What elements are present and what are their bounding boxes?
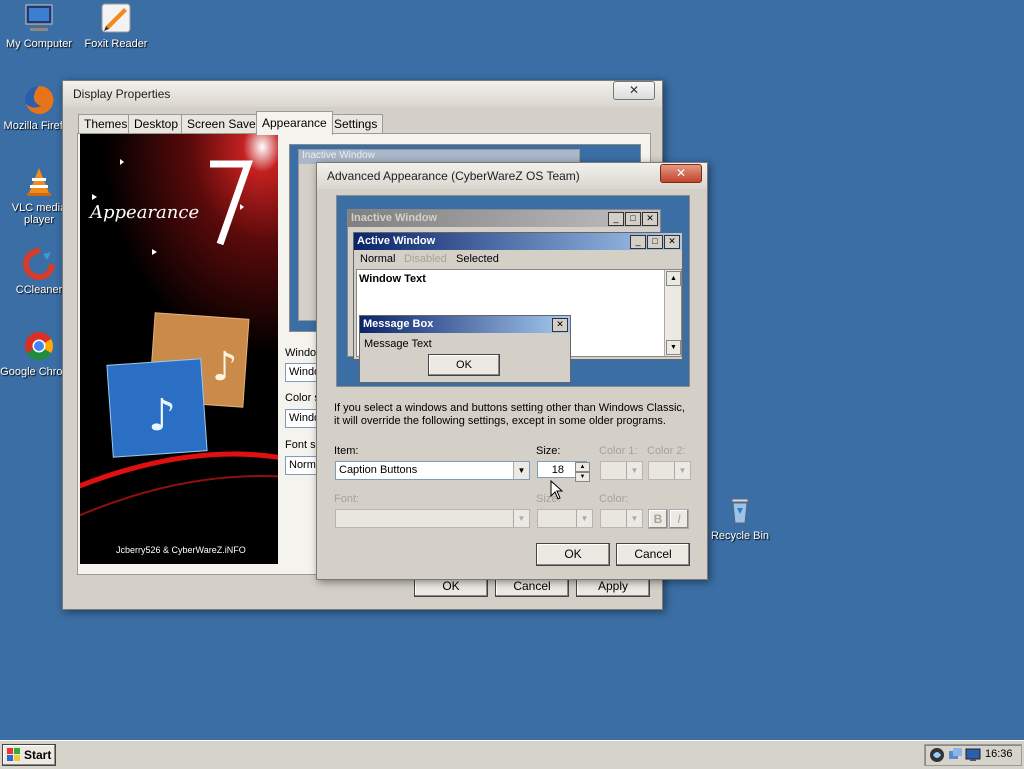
ccleaner-icon: [23, 248, 55, 280]
spin-up-icon[interactable]: ▲: [575, 462, 590, 472]
color1-picker[interactable]: ▼: [600, 461, 643, 480]
close-icon: ✕: [552, 318, 568, 332]
banner-title: Appearance: [90, 202, 200, 223]
active-title: Active Window: [357, 235, 436, 247]
info-text-line2: it will override the following settings,…: [334, 415, 666, 427]
tab-desktop[interactable]: Desktop: [128, 114, 185, 134]
banner-artwork: ♪ ♪: [80, 134, 278, 517]
active-titlebar: Active Window _ □ ✕: [354, 233, 682, 250]
item-dropdown-value: Caption Buttons: [339, 464, 418, 476]
desktop-icon-foxit-reader[interactable]: Foxit Reader: [75, 2, 157, 50]
start-button[interactable]: Start: [2, 744, 56, 766]
desktop-icon-label: Recycle Bin: [710, 530, 770, 542]
maximize-icon: □: [647, 235, 663, 249]
mouse-cursor-icon: [550, 480, 564, 500]
message-box-titlebar: Message Box ✕: [360, 316, 570, 333]
desktop-icon-label: My Computer: [5, 38, 73, 50]
chevron-down-icon: ▼: [626, 462, 642, 479]
minimize-icon: _: [608, 212, 624, 226]
close-button[interactable]: ✕: [660, 164, 702, 183]
font-color-label: Color:: [599, 493, 629, 505]
inactive-title: Inactive Window: [351, 212, 438, 224]
size-label: Size:: [536, 445, 561, 457]
message-box-ok-button: OK: [428, 354, 500, 376]
start-label: Start: [24, 748, 52, 762]
preview-window-text: Window Text: [359, 273, 426, 285]
taskbar: Start 16:36: [0, 740, 1024, 769]
chevron-down-icon: ▼: [513, 510, 529, 527]
network-tray-icon[interactable]: [947, 747, 963, 763]
close-icon: ✕: [642, 212, 658, 226]
close-button[interactable]: ✕: [613, 81, 655, 100]
font-color-picker[interactable]: ▼: [600, 509, 643, 528]
item-dropdown[interactable]: Caption Buttons ▼: [335, 461, 530, 480]
tab-settings[interactable]: Settings: [328, 114, 384, 134]
preview-message-box: Message Box ✕ Message Text OK: [359, 315, 571, 383]
desktop-icon-label: Foxit Reader: [84, 38, 148, 50]
clock[interactable]: 16:36: [985, 748, 1013, 760]
size-value: 18: [551, 464, 564, 476]
banner-credit: Jcberry526 & CyberWareZ.iNFO: [116, 545, 246, 555]
font-dropdown[interactable]: ▼: [335, 509, 530, 528]
font-size-dropdown[interactable]: ▼: [537, 509, 593, 528]
appearance-banner: ♪ ♪ Appearance Jcberry526 & CyberWareZ.i…: [80, 134, 278, 564]
tab-themes[interactable]: Themes: [78, 114, 134, 134]
close-icon: ✕: [664, 235, 680, 249]
svg-text:♪: ♪: [148, 390, 176, 441]
svg-text:♪: ♪: [212, 344, 238, 390]
message-box-title: Message Box: [363, 318, 434, 330]
preview-menu-normal: Normal: [360, 253, 396, 265]
window-title: Display Properties: [73, 87, 171, 101]
spin-down-icon[interactable]: ▼: [575, 472, 590, 482]
info-text-line1: If you select a windows and buttons sett…: [334, 402, 685, 414]
preview-menu-disabled: Disabled: [404, 253, 447, 265]
foxit-reader-icon: [100, 2, 132, 34]
scroll-up-icon: ▲: [666, 271, 681, 286]
inactive-caption-buttons: _ □ ✕: [607, 212, 658, 226]
preview-scrollbar: ▲ ▼: [664, 270, 681, 356]
display-tray-icon[interactable]: [965, 747, 981, 763]
chevron-down-icon[interactable]: ▼: [513, 462, 529, 479]
desktop-icon-recycle-bin[interactable]: Recycle Bin: [699, 494, 781, 542]
inactive-titlebar: Inactive Window _ □ ✕: [348, 210, 660, 227]
font-label: Font:: [334, 493, 360, 505]
ok-button[interactable]: OK: [536, 543, 610, 566]
advanced-appearance-titlebar[interactable]: Advanced Appearance (CyberWareZ OS Team): [317, 163, 707, 189]
color2-label: Color 2:: [647, 445, 686, 457]
bold-toggle[interactable]: B: [648, 509, 668, 529]
computer-icon: [23, 2, 55, 34]
scroll-down-icon: ▼: [666, 340, 681, 355]
chevron-down-icon: ▼: [576, 510, 592, 527]
active-caption-buttons: _ □ ✕: [629, 235, 680, 249]
chevron-down-icon: ▼: [674, 462, 690, 479]
tab-screen-saver[interactable]: Screen Saver: [181, 114, 266, 134]
message-box-caption-buttons: ✕: [551, 318, 568, 332]
italic-toggle[interactable]: I: [669, 509, 689, 529]
vlc-cone-icon: [23, 166, 55, 198]
firefox-icon: [23, 84, 55, 116]
color1-label: Color 1:: [599, 445, 638, 457]
desktop-icon-my-computer[interactable]: My Computer: [0, 2, 80, 50]
tab-appearance[interactable]: Appearance: [256, 111, 333, 135]
minimize-icon: _: [630, 235, 646, 249]
dialog-title: Advanced Appearance (CyberWareZ OS Team): [327, 169, 580, 183]
maximize-icon: □: [625, 212, 641, 226]
message-box-text: Message Text: [364, 338, 432, 350]
chrome-icon: [23, 330, 55, 362]
preview-area[interactable]: Inactive Window _ □ ✕ Active Window _ □ ✕ No…: [336, 195, 690, 387]
chevron-down-icon: ▼: [626, 510, 642, 527]
preview-menu-selected: Selected: [456, 253, 499, 265]
display-properties-titlebar[interactable]: Display Properties: [63, 81, 662, 107]
cancel-button[interactable]: Cancel: [616, 543, 690, 566]
recycle-bin-icon: [724, 494, 756, 526]
size-spinner[interactable]: ▲ ▼: [575, 462, 590, 482]
security-tray-icon[interactable]: [929, 747, 945, 763]
windows-logo-icon: [7, 748, 20, 761]
advanced-appearance-dialog: Advanced Appearance (CyberWareZ OS Team)…: [316, 162, 708, 580]
item-label: Item:: [334, 445, 359, 457]
system-tray: 16:36: [924, 744, 1022, 766]
color2-picker[interactable]: ▼: [648, 461, 691, 480]
